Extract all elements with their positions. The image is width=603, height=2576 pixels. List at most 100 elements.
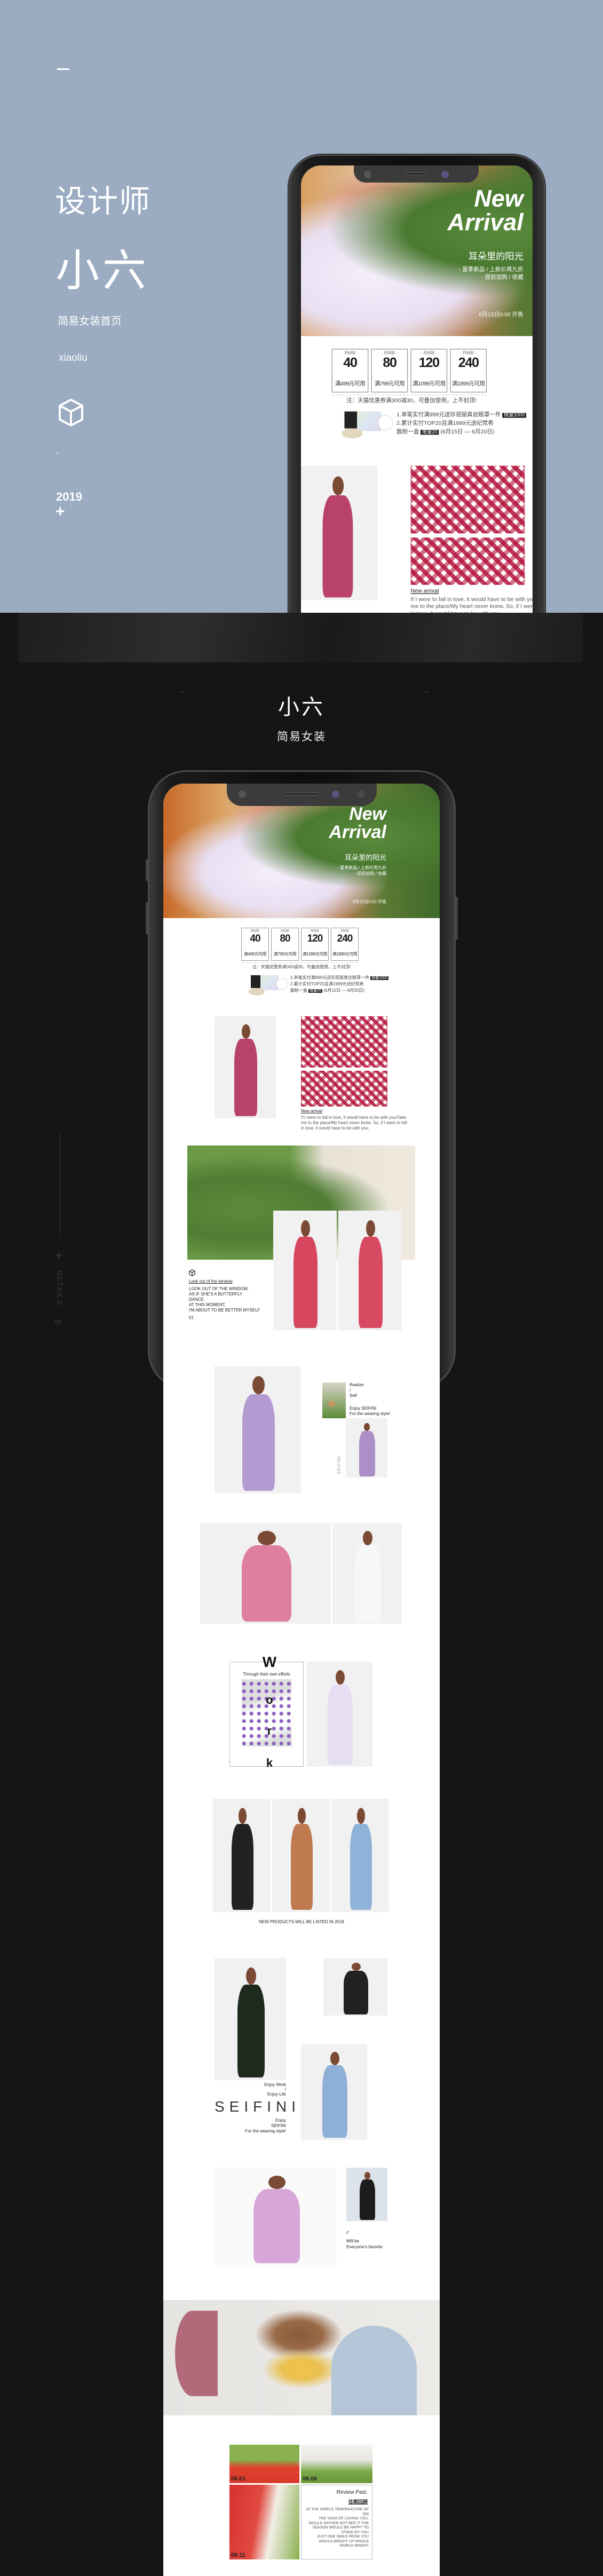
cube-icon: [59, 399, 83, 426]
product-desc: If I were to fall in love, it would have…: [410, 596, 533, 613]
coupon-condition: 满499元可用: [243, 952, 267, 957]
coupon-currency: · RMB ·: [459, 351, 477, 356]
coupon-80[interactable]: · RMB · 80 满799元可用: [271, 928, 299, 961]
product-detail-sleeve[interactable]: [410, 538, 525, 585]
floral-vertical-text: SEIFINI: [337, 1455, 342, 1475]
phone-notch: [227, 784, 377, 806]
product-image-floral-skirt[interactable]: [338, 1211, 402, 1330]
product-detail-sleeve[interactable]: [301, 1071, 387, 1107]
floral-text: /: [350, 1388, 351, 1393]
coupon-currency: · RMB ·: [342, 351, 359, 356]
review-photo-2[interactable]: 06.06: [301, 2445, 372, 2483]
product-image-gingham-dress[interactable]: [301, 465, 378, 600]
floral-text: Enjoy SEIFINI: [350, 1406, 377, 1411]
coupon-value: 40: [250, 933, 260, 944]
gift-line-3: 散粉一盒 限量20 (6月15日 — 6月20日): [290, 987, 364, 993]
product-image-black-tee-skirt[interactable]: [213, 1799, 271, 1912]
product-image-offshoulder-top[interactable]: [346, 1418, 387, 1477]
product-detail-collar[interactable]: [410, 465, 525, 534]
sensor-icon: [331, 790, 339, 798]
review-text-block: AT THE SIMPLE TEMPERATURE OF 360 THE YEA…: [305, 2508, 369, 2549]
coupon-condition: 满1099元可用: [302, 952, 328, 957]
coupon-80[interactable]: · RMB · 80 满799元可用: [371, 349, 408, 393]
product-image-denim-overall[interactable]: [331, 1799, 389, 1912]
gift-image: [342, 411, 393, 440]
gift-badge-1: 限量1000: [370, 976, 388, 980]
cover-small-dash: -: [56, 448, 59, 457]
cover-subtitle: 简易女装首页: [58, 315, 122, 327]
hero-slogan: 耳朵里的阳光: [344, 854, 386, 862]
sensor-icon: [441, 170, 449, 178]
coupon-condition: 满499元可用: [335, 380, 366, 387]
coupon-condition: 满799元可用: [273, 952, 297, 957]
gift-line-1: 1.单笔实付满999元送珍视丽真丝眼罩一件 限量1000: [396, 411, 526, 419]
work-letter: W: [262, 1654, 277, 1670]
product-image-polka-dress[interactable]: [307, 1662, 372, 1767]
coupon-value: 40: [343, 355, 358, 371]
gift-line-3-text: 散粉一盒: [290, 988, 307, 993]
brand-text: Enjoy: [275, 2118, 286, 2123]
trio-caption: NEW PRODUCTS WILL BE LISTED IN 2019: [259, 1919, 344, 1924]
product-caption: New arrival: [410, 587, 439, 594]
coupon-120[interactable]: · RMB · 120 满1099元可用: [410, 349, 448, 393]
product-image-black-floral-dress[interactable]: [215, 1958, 286, 2080]
work-letter: o: [266, 1693, 273, 1706]
product-desc: If I were to fall in love, it would have…: [301, 1115, 407, 1131]
flower-image: [322, 1382, 346, 1418]
coupon-note: 注：天猫优惠券满300减30，可叠加使用，上不封顶!: [346, 397, 477, 404]
window-line: I'M ABOUT TO BE BETTER MYSELF: [189, 1308, 260, 1313]
product-image-black-print-tee[interactable]: [346, 2168, 387, 2221]
coupon-value: 80: [383, 355, 397, 371]
brand-text: /: [284, 2087, 286, 2092]
brand-text: For the wearing style!: [245, 2129, 286, 2134]
product-detail-collar[interactable]: [301, 1016, 387, 1068]
product-image-purple-dress[interactable]: [215, 1366, 301, 1494]
banner-pink-shape: [175, 2311, 218, 2396]
cover-dash: [57, 68, 69, 70]
work-subtitle: Through their own efforts: [243, 1672, 290, 1677]
product-image-black-cami[interactable]: [323, 1958, 387, 2016]
coupon-40[interactable]: · RMB · 40 满499元可用: [241, 928, 269, 961]
coupon-240[interactable]: · RMB · 240 满1899元可用: [450, 349, 487, 393]
coupon-240[interactable]: · RMB · 240 满1899元可用: [331, 928, 359, 961]
product-image-white-tee[interactable]: [332, 1523, 402, 1624]
review-text: THE YEAR OF LOVING YOU, WOULD RATHER NOT…: [308, 2517, 369, 2534]
review-photo-1[interactable]: 06.01: [229, 2445, 299, 2483]
product-image-white-tee-denim[interactable]: [301, 2044, 367, 2140]
hero-title-new: New: [474, 185, 523, 212]
product-image-gingham-dress[interactable]: [215, 1016, 276, 1118]
phone-screen-cover[interactable]: New Arrival 耳朵里的阳光 - 夏季新品 / 上新价再九折 - 提前加…: [301, 165, 533, 613]
brand-text: Enjoy Life: [267, 2092, 286, 2097]
product-image-white-tee-brown-skirt[interactable]: [272, 1799, 330, 1912]
coupon-120[interactable]: · RMB · 120 满1099元可用: [301, 928, 329, 961]
gift-line-3-text: 散粉一盒: [396, 428, 419, 435]
hero-tag-1: - 夏季新品 / 上新价再九折: [337, 865, 386, 870]
product-image-lilac-tee[interactable]: [215, 2168, 337, 2265]
floral-text: For the wearing style!: [350, 1411, 391, 1416]
gift-line-1-text: 1.单笔实付满999元送珍视丽真丝眼罩一件: [290, 975, 370, 980]
product-image-floral-dress[interactable]: [273, 1211, 337, 1330]
review-photo-3[interactable]: 06.11: [229, 2485, 299, 2559]
cover-pinyin: xiaoliu: [59, 352, 88, 364]
page-content-preview: New Arrival 耳朵里的阳光 - 夏季新品 / 上新价再九折 - 提前加…: [301, 165, 533, 613]
coupon-condition: 满799元可用: [374, 380, 405, 387]
fav-line-2: Everyone's favorite: [346, 2245, 383, 2249]
lookbook-banner[interactable]: [163, 2300, 440, 2415]
coupon-condition: 满1099元可用: [412, 380, 446, 387]
coupon-currency: · RMB ·: [381, 351, 398, 356]
gift-period: (6月15日 — 6月20日): [323, 988, 364, 993]
phone-screen-showcase[interactable]: New Arrival 耳朵里的阳光 - 夏季新品 / 上新价再九折 - 提前加…: [163, 784, 440, 2576]
coupon-currency: · RMB ·: [338, 929, 352, 933]
window-line: DANCE: [189, 1297, 204, 1302]
floral-text: Self: [350, 1393, 357, 1398]
phone-side-button: [456, 897, 458, 939]
speaker-icon: [283, 792, 320, 795]
fav-line-1: Will be: [346, 2239, 360, 2243]
review-date: 06.06: [303, 2476, 318, 2482]
review-card[interactable]: Review Past. 往期回顾 AT THE SIMPLE TEMPERAT…: [301, 2485, 372, 2559]
coupon-40[interactable]: · RMB · 40 满499元可用: [331, 349, 369, 393]
brand-text: Enjoy Work: [264, 2082, 286, 2087]
product-image-pink-tee[interactable]: [200, 1523, 331, 1624]
hero-banner[interactable]: New Arrival 耳朵里的阳光 - 夏季新品 / 上新价再九折 - 提前加…: [301, 165, 533, 336]
coupon-value: 80: [280, 933, 290, 944]
